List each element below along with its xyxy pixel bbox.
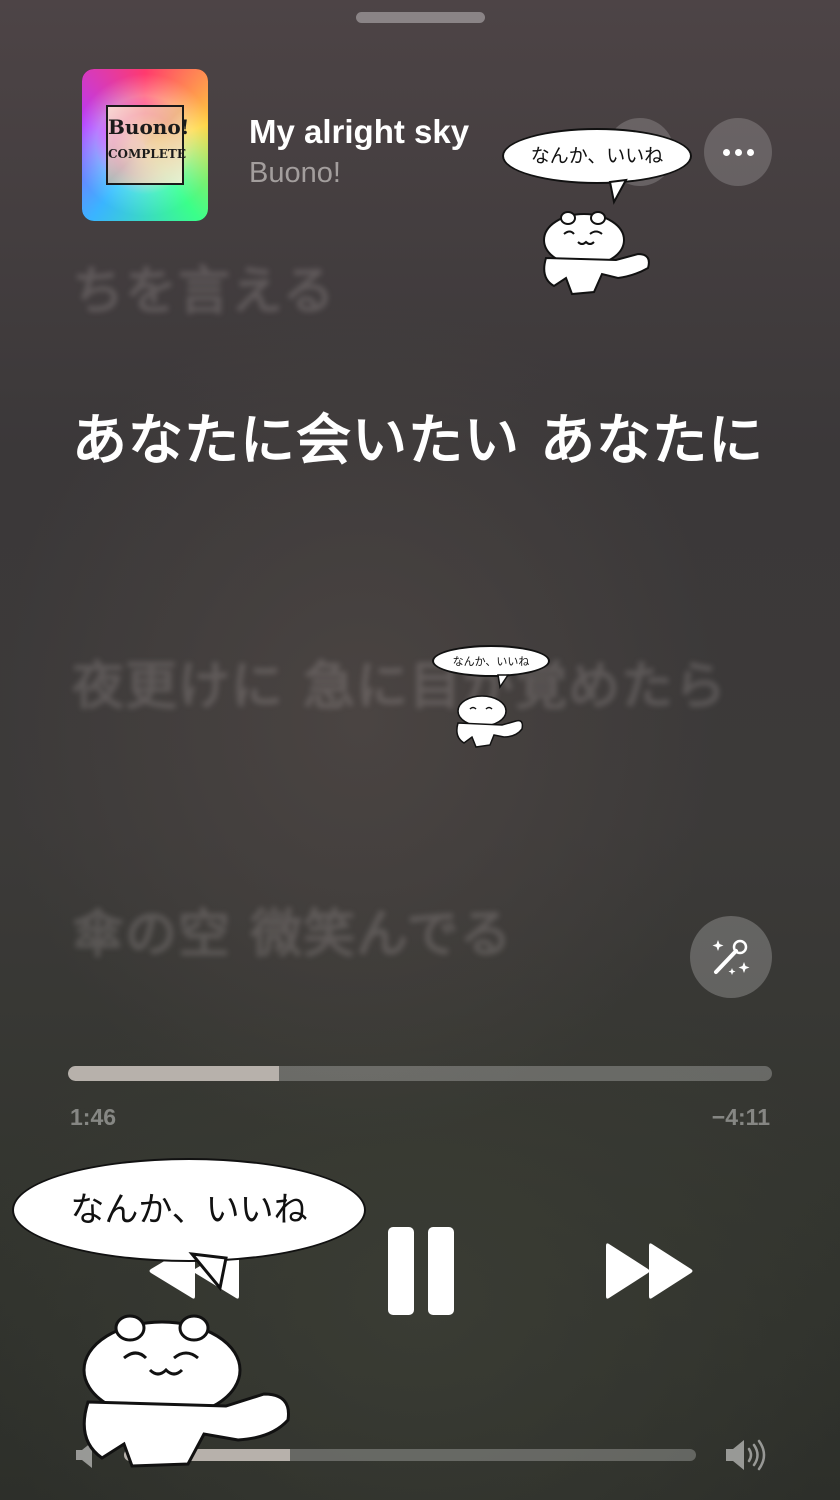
more-options-button[interactable] (704, 118, 772, 186)
pause-button[interactable] (386, 1227, 456, 1315)
fast-forward-button[interactable] (604, 1238, 694, 1304)
lyric-line-current[interactable]: あなたに会いたい あなたに (72, 398, 772, 482)
remaining-time: −4:11 (711, 1104, 770, 1130)
progress-fill (68, 1066, 280, 1081)
playback-progress-slider[interactable] (68, 1066, 772, 1081)
sticker-middle[interactable]: なんか、いいね (432, 645, 550, 749)
microphone-sparkles-icon (712, 939, 750, 975)
speaker-high-icon (726, 1439, 766, 1471)
artwork-subtitle: COMPLETE (108, 147, 186, 161)
album-artwork[interactable]: Buono! COMPLETE (82, 69, 208, 221)
fast-forward-icon (606, 1243, 693, 1299)
bear-sticker-icon (82, 1252, 290, 1468)
sticker-bottom-left[interactable]: なんか、いいね (12, 1158, 368, 1470)
elapsed-time: 1:46 (70, 1104, 117, 1130)
artwork-title: Buono! (108, 115, 190, 139)
song-artist[interactable]: Buono! (249, 157, 341, 190)
lyric-line-next[interactable]: 夜更けに 急に目が覚めたら (72, 645, 772, 729)
bear-sticker-icon (543, 178, 650, 296)
song-title: My alright sky (249, 113, 470, 150)
sheet-grabber[interactable] (356, 12, 485, 23)
sticker-top-right[interactable]: なんか、いいね (502, 128, 692, 300)
bear-sticker-icon (456, 674, 524, 748)
sing-karaoke-button[interactable] (690, 916, 772, 998)
artwork-title-box: Buono! COMPLETE (106, 105, 190, 185)
ellipsis-icon (722, 148, 754, 156)
lyric-line-upcoming[interactable]: 傘の空 微笑んでる (72, 893, 772, 977)
